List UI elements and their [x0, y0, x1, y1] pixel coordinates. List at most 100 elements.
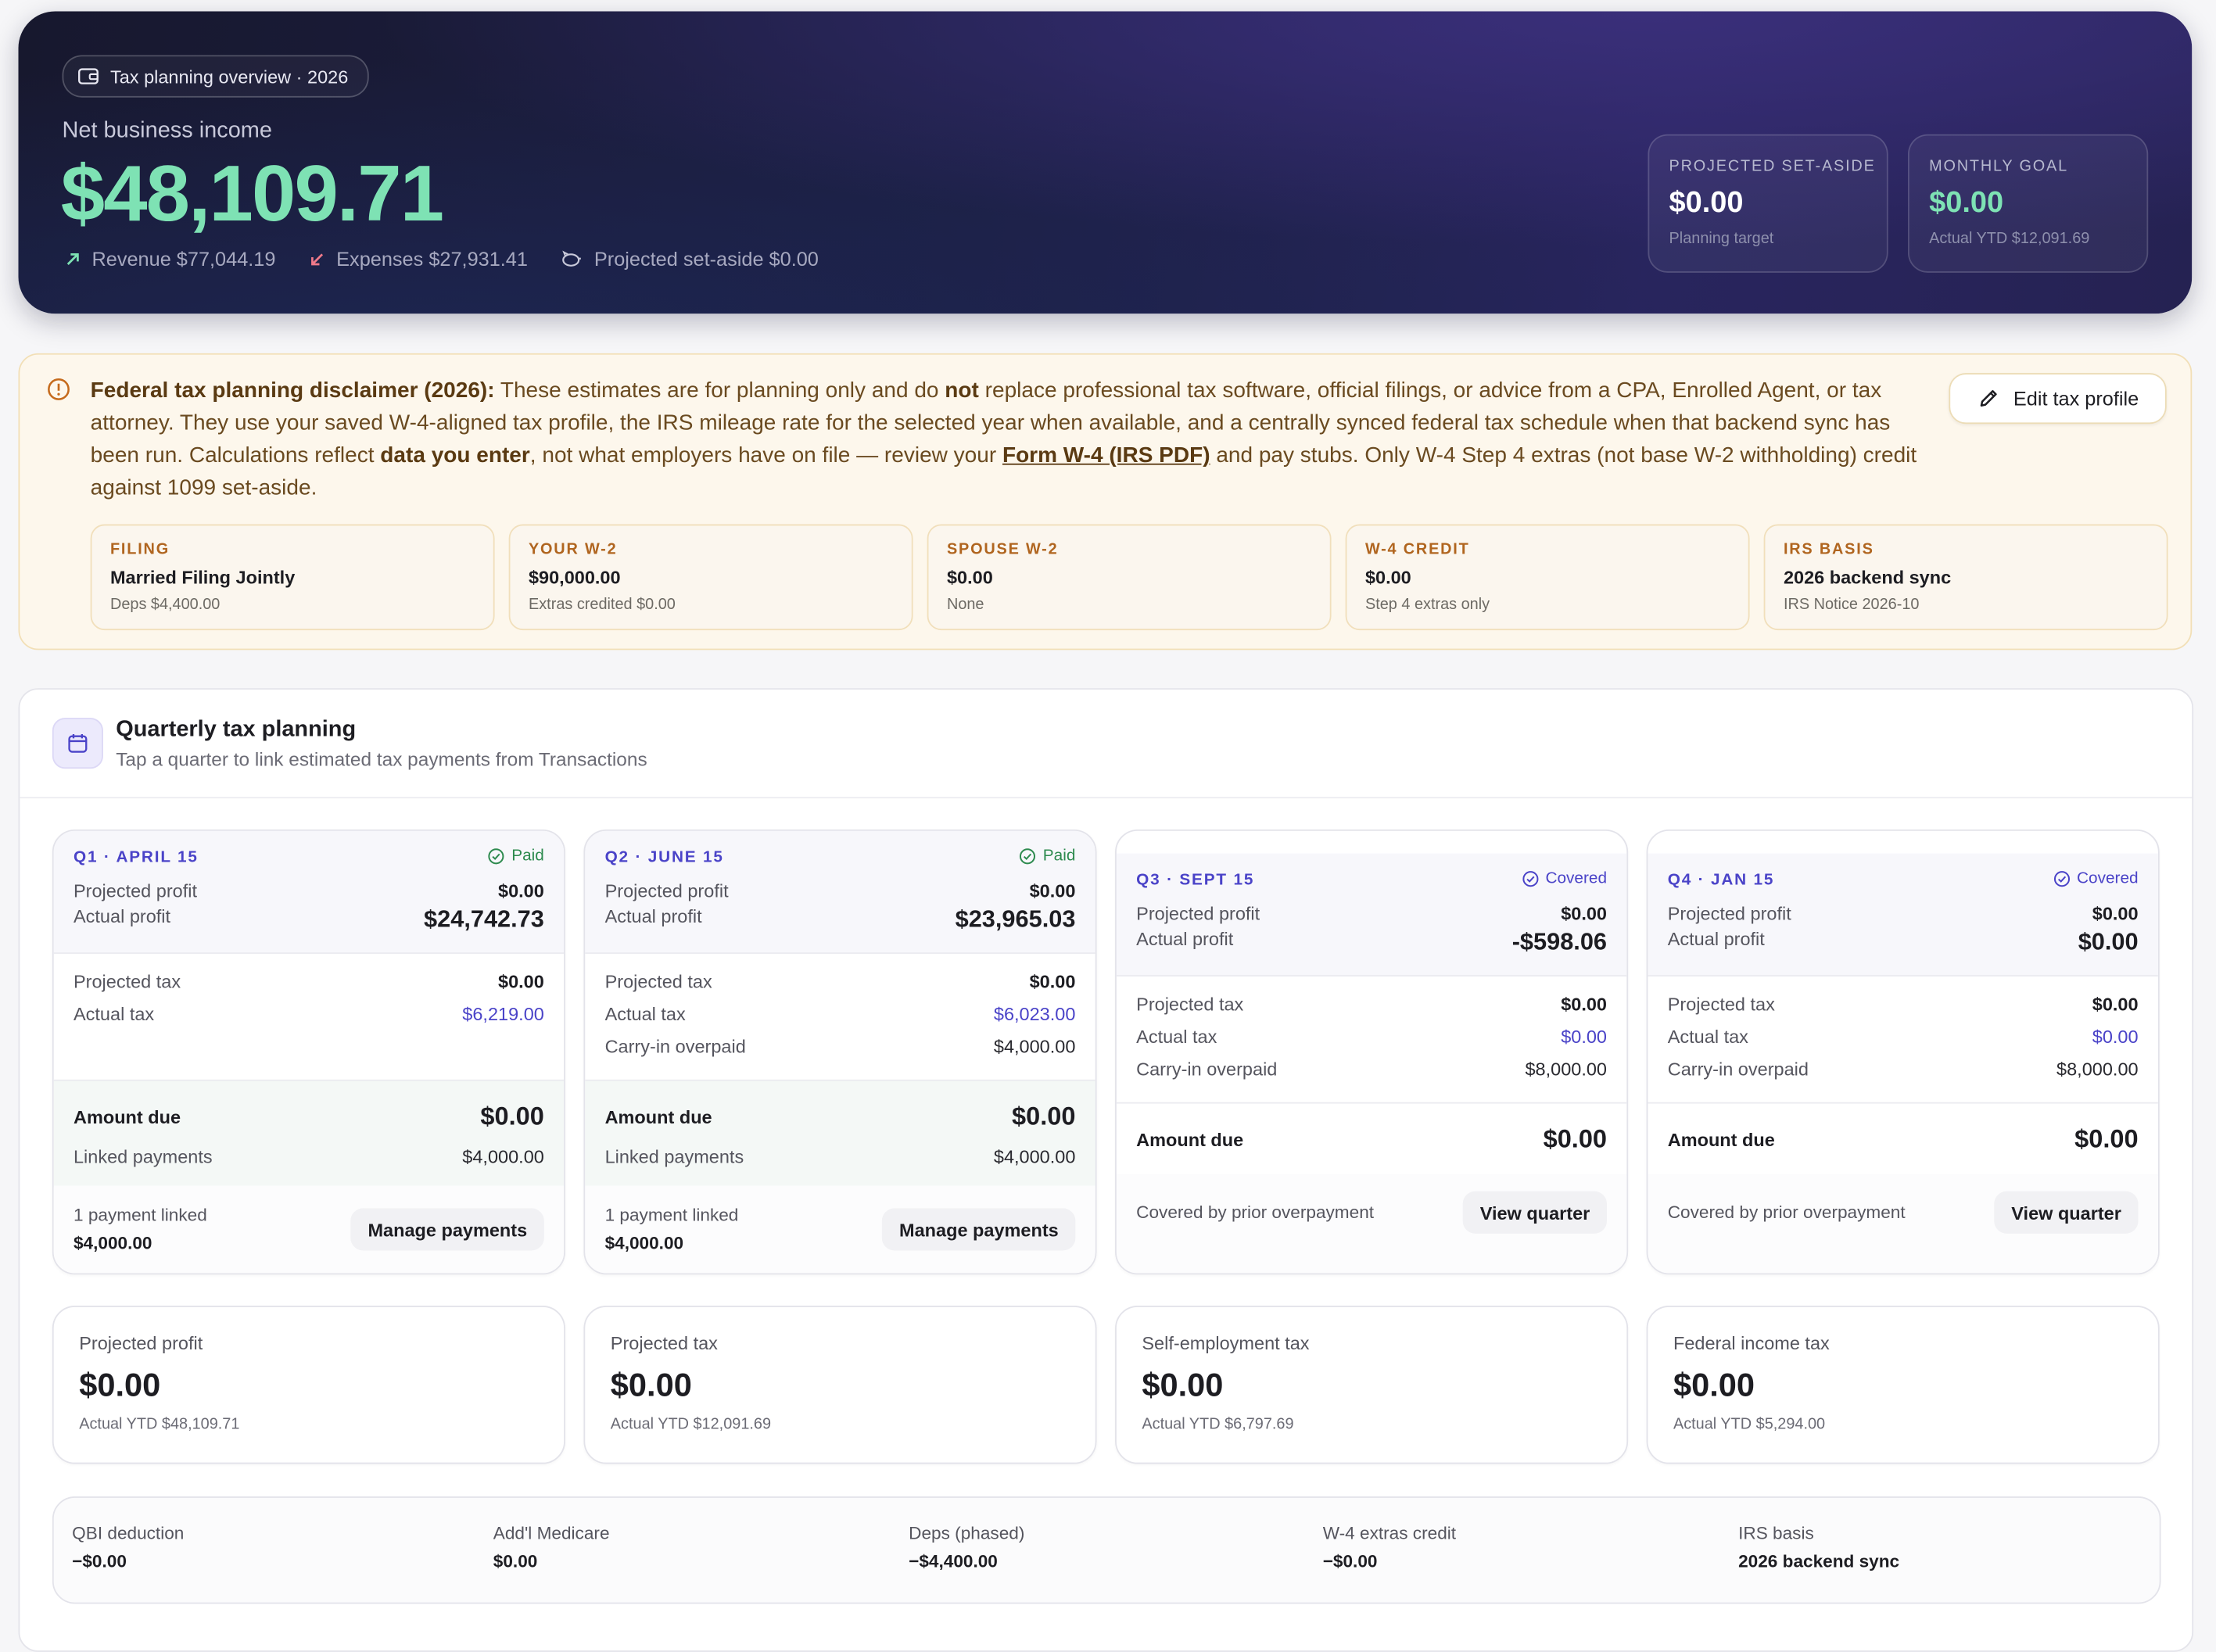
- row-value: -$598.06: [1511, 928, 1608, 955]
- panel-subtitle: Tap a quarter to link estimated tax paym…: [116, 748, 647, 771]
- row-label: Projected tax: [1667, 993, 1775, 1015]
- view-quarter-button[interactable]: View quarter: [1463, 1191, 1608, 1234]
- hero-meta: Revenue $77,044.19 Expenses $27,931.41 P…: [65, 247, 819, 270]
- strip-label: Add'l Medicare: [493, 1523, 610, 1543]
- your-w2-tile: YOUR W-2 $90,000.00 Extras credited $0.0…: [508, 524, 913, 631]
- strip-value: −$0.00: [1322, 1551, 1378, 1571]
- row-value: $0.00: [2078, 928, 2139, 955]
- quarter-name: Q4 · JAN 15: [1667, 872, 1775, 889]
- check-circle-icon: [488, 848, 504, 865]
- status-badge: Covered: [2053, 870, 2139, 887]
- calendar-icon: [68, 733, 88, 753]
- row-label: Projected tax: [604, 970, 712, 992]
- strip-item-irs-basis: IRS basis 2026 backend sync: [1738, 1523, 1899, 1571]
- quarter-card-q2[interactable]: Q2 · JUNE 15 Paid Projected profit $0.00 …: [583, 829, 1097, 1275]
- summary-sub: Actual YTD $5,294.00: [1673, 1416, 1826, 1433]
- foot-value: $4,000.00: [73, 1233, 152, 1254]
- quarter-name: Q2 · JUNE 15: [604, 849, 724, 866]
- amount-due-section: Amount due $0.00 Linked payments $4,000.00: [585, 1079, 1095, 1188]
- strip-value: −$0.00: [72, 1551, 127, 1571]
- disclaimer-title: Federal tax planning disclaimer (2026):: [90, 378, 495, 403]
- strip-value: $0.00: [493, 1551, 538, 1571]
- row-label: Amount due: [604, 1106, 712, 1128]
- strip-item-medicare: Add'l Medicare $0.00: [493, 1523, 610, 1571]
- stat-sub: Planning target: [1669, 230, 1774, 248]
- projected-tax-row: Projected tax $0.00: [1136, 994, 1607, 1015]
- row-value: $4,000.00: [993, 1145, 1076, 1167]
- arrow-down-left-icon: [311, 253, 324, 265]
- row-label: Carry-in overpaid: [604, 1035, 746, 1057]
- tile-value: $0.00: [946, 566, 993, 588]
- spouse-w2-tile: SPOUSE W-2 $0.00 None: [927, 524, 1332, 631]
- row-label: Projected profit: [604, 880, 729, 902]
- quarter-footer: Covered by prior overpayment View quarte…: [1116, 1174, 1627, 1274]
- row-value: $6,219.00: [462, 1003, 544, 1025]
- panel-title: Quarterly tax planning: [116, 718, 357, 742]
- amount-due-section: Amount due $0.00: [1648, 1102, 2158, 1176]
- expenses-meta: Expenses $27,931.41: [310, 247, 528, 270]
- quarter-profit-section: Q4 · JAN 15 Covered Projected profit $0.0…: [1648, 853, 2158, 977]
- row-value: $0.00: [480, 1102, 544, 1131]
- quarter-card-q1[interactable]: Q1 · APRIL 15 Paid Projected profit $0.00…: [52, 829, 565, 1275]
- summary-label: Projected profit: [79, 1332, 203, 1354]
- status-badge: Paid: [487, 848, 544, 865]
- projected-tax-row: Projected tax $0.00: [74, 971, 544, 992]
- strip-value: 2026 backend sync: [1738, 1551, 1900, 1571]
- view-quarter-button[interactable]: View quarter: [1994, 1191, 2139, 1234]
- projected-set-aside-card: Projected set-aside $0.00 Planning targe…: [1648, 134, 1888, 273]
- row-label: Amount due: [1136, 1129, 1244, 1151]
- tile-value: $0.00: [1364, 566, 1411, 588]
- row-value: $0.00: [1561, 993, 1608, 1015]
- row-label: Carry-in overpaid: [1667, 1058, 1809, 1080]
- status-text: Paid: [1042, 848, 1076, 865]
- row-value: $4,000.00: [993, 1035, 1076, 1057]
- status-text: Paid: [511, 848, 544, 865]
- linked-payments-row: Linked payments $4,000.00: [605, 1146, 1076, 1167]
- stat-sub: Actual YTD $12,091.69: [1929, 230, 2090, 248]
- row-value: $0.00: [2074, 1124, 2139, 1153]
- projected-tax-row: Projected tax $0.00: [605, 971, 1076, 992]
- row-value: $4,000.00: [462, 1145, 544, 1167]
- amount-due-row: Amount due $0.00: [1136, 1125, 1607, 1155]
- row-label: Actual profit: [1667, 928, 1765, 950]
- summary-label: Self-employment tax: [1142, 1332, 1310, 1354]
- form-w4-link[interactable]: Form W-4 (IRS PDF): [1002, 444, 1210, 468]
- row-value: $0.00: [1012, 1102, 1076, 1131]
- stat-label: Monthly goal: [1929, 158, 2068, 176]
- row-label: Actual tax: [604, 1003, 686, 1025]
- overview-pill: Tax planning overview · 2026: [62, 55, 370, 98]
- row-value: $0.00: [2092, 902, 2139, 925]
- tile-value: 2026 backend sync: [1783, 566, 1952, 588]
- row-label: Projected tax: [1136, 993, 1244, 1015]
- actual-tax-row: Actual tax $0.00: [1668, 1026, 2139, 1047]
- summary-value: $0.00: [1673, 1366, 1755, 1403]
- check-circle-icon: [1522, 871, 1538, 887]
- strip-label: Deps (phased): [909, 1523, 1025, 1543]
- summary-label: Projected tax: [610, 1332, 718, 1354]
- tile-sub: None: [946, 596, 984, 614]
- summary-value: $0.00: [79, 1366, 161, 1403]
- row-label: Actual tax: [1136, 1026, 1217, 1048]
- projected-profit-row: Projected profit $0.00: [1668, 903, 2139, 924]
- check-circle-icon: [1019, 848, 1035, 865]
- quarter-card-q4[interactable]: Q4 · JAN 15 Covered Projected profit $0.0…: [1646, 829, 2160, 1275]
- manage-payments-button[interactable]: Manage payments: [882, 1208, 1076, 1251]
- quarter-card-q3[interactable]: Q3 · SEPT 15 Covered Projected profit $0.…: [1115, 829, 1629, 1275]
- edit-tax-profile-button[interactable]: Edit tax profile: [1949, 373, 2167, 425]
- panel-header: Quarterly tax planning Tap a quarter to …: [20, 690, 2193, 799]
- summary-sub: Actual YTD $48,109.71: [79, 1416, 240, 1433]
- tax-disclaimer: Federal tax planning disclaimer (2026): …: [18, 353, 2193, 650]
- amount-due-row: Amount due $0.00: [1668, 1125, 2139, 1155]
- linked-payments-row: Linked payments $4,000.00: [74, 1146, 544, 1167]
- deductions-strip: QBI deduction −$0.00 Add'l Medicare $0.00 …: [52, 1496, 2161, 1604]
- quarter-profit-section: Q2 · JUNE 15 Paid Projected profit $0.00 …: [585, 830, 1095, 954]
- actual-tax-row: Actual tax $0.00: [1136, 1026, 1607, 1047]
- manage-payments-button[interactable]: Manage payments: [350, 1208, 544, 1251]
- arrow-up-right-icon: [66, 253, 79, 265]
- row-label: Projected profit: [1667, 902, 1791, 925]
- summary-card-self-employment-tax: Self-employment tax $0.00 Actual YTD $6,…: [1115, 1306, 1629, 1464]
- summary-value: $0.00: [1142, 1366, 1224, 1403]
- calendar-icon-box: [52, 718, 103, 769]
- row-label: Carry-in overpaid: [1136, 1058, 1278, 1080]
- strip-label: IRS basis: [1738, 1523, 1814, 1543]
